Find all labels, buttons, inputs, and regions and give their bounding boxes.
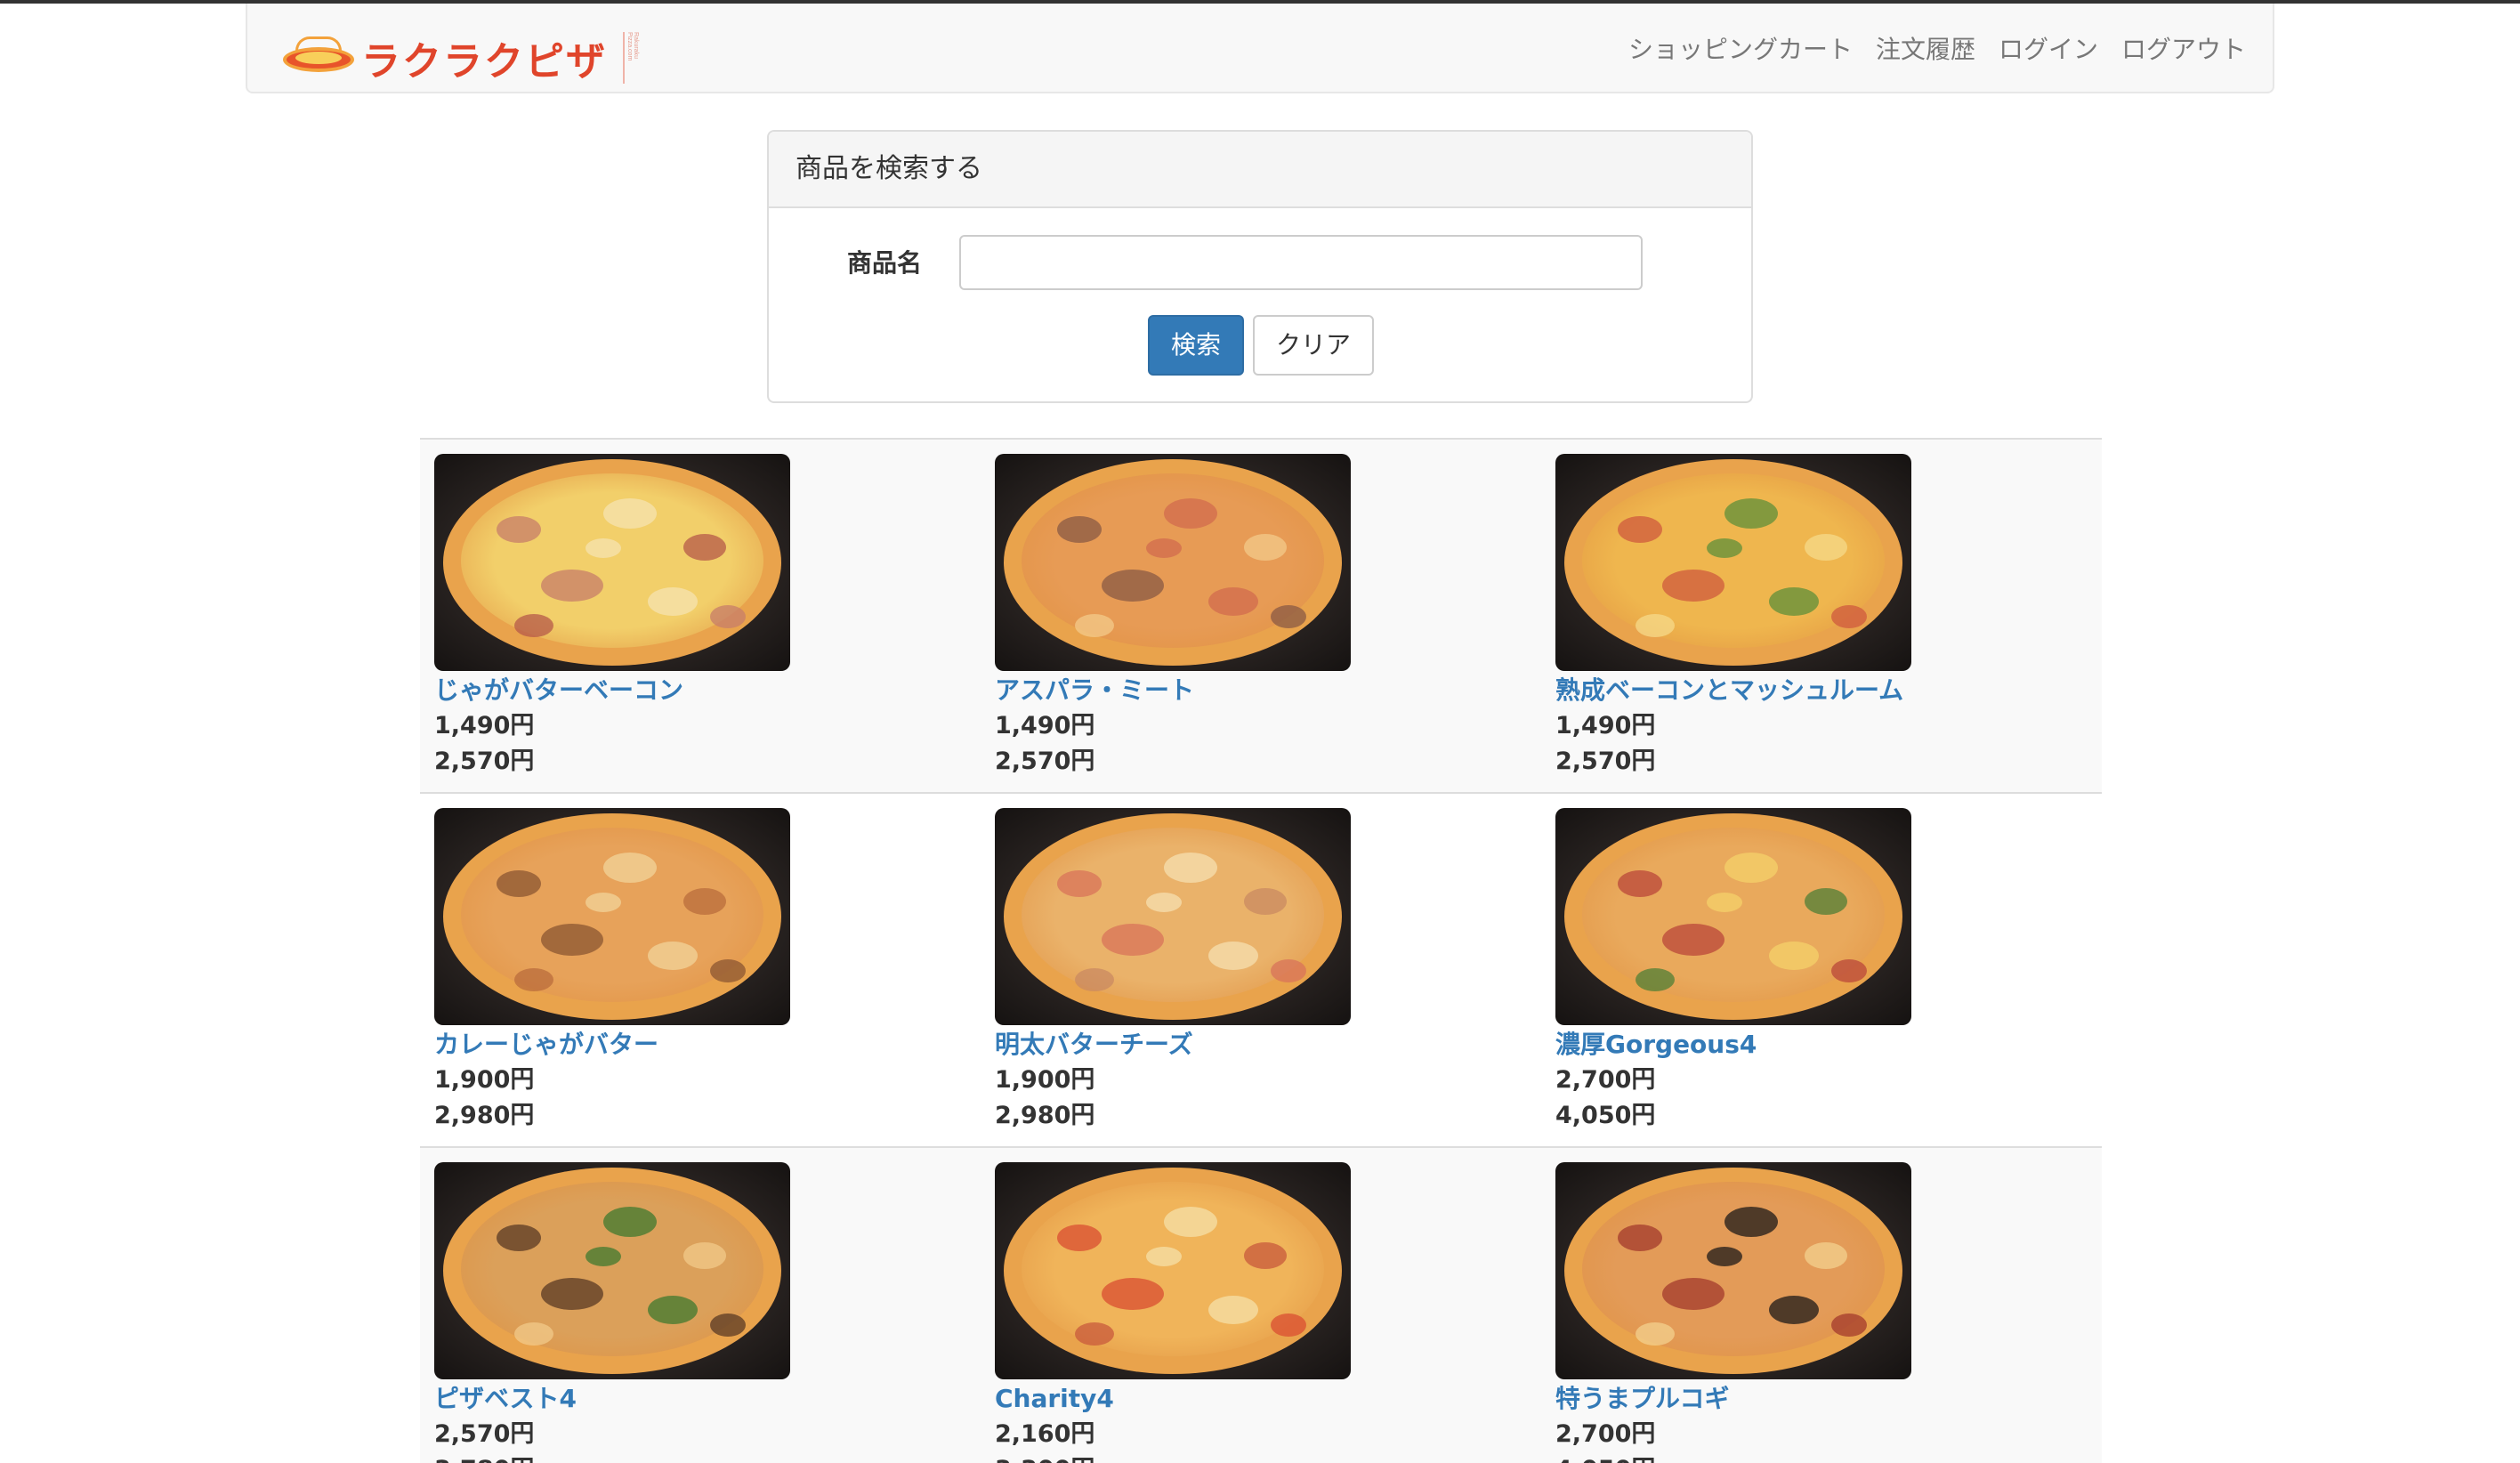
product-name-input[interactable]	[959, 235, 1643, 290]
price-medium: 1,490円	[995, 712, 1095, 740]
product-name-link[interactable]: 濃厚Gorgeous4	[1555, 1027, 2116, 1063]
table-row: じゃがバターベーコン 1,490円 2,570円 アスパラ・ミート 1,490円 2,57…	[420, 438, 2102, 792]
table-row: ピザベスト42,570円3,780円Charity42,160円3,300円特う…	[420, 1146, 2102, 1463]
nav-login[interactable]: ログイン	[1999, 30, 2098, 69]
pizza-image[interactable]	[1555, 454, 1911, 671]
product-name-link[interactable]: カレーじゃがバター	[434, 1027, 995, 1063]
price-medium: 2,160円	[995, 1420, 1095, 1448]
price-large: 2,570円	[434, 748, 535, 775]
navbar: ラクラクピザ Rakuraku Pizza.com ショッピングカート 注文履歴…	[246, 4, 2274, 93]
price-large: 4,050円	[1555, 1102, 1656, 1129]
product-name-link[interactable]: ピザベスト4	[434, 1381, 995, 1417]
product-name-link[interactable]: 特うまプルコギ	[1555, 1381, 2116, 1417]
price-medium: 1,490円	[434, 712, 535, 740]
nav-order-history[interactable]: 注文履歴	[1876, 30, 1975, 69]
product-card: じゃがバターベーコン 1,490円 2,570円	[434, 454, 995, 780]
price-medium: 2,700円	[1555, 1420, 1656, 1448]
search-panel-heading: 商品を検索する	[769, 132, 1751, 208]
brand-logo[interactable]: ラクラクピザ Rakuraku Pizza.com	[283, 30, 639, 85]
price-large: 2,570円	[1555, 748, 1656, 775]
product-table: じゃがバターベーコン 1,490円 2,570円 アスパラ・ミート 1,490円 2,57…	[420, 438, 2102, 1463]
table-row: カレーじゃがバター 1,900円 2,980円 明太バターチーズ 1,900円 2,980…	[420, 792, 2102, 1146]
price-large: 2,570円	[995, 748, 1095, 775]
product-card: ピザベスト4 2,570円 3,780円	[434, 1162, 995, 1463]
pizza-image[interactable]	[434, 1162, 790, 1379]
product-card: 特うまプルコギ 2,700円 4,050円	[1555, 1162, 2116, 1463]
clear-button[interactable]: クリア	[1253, 315, 1374, 376]
product-card: 明太バターチーズ 1,900円 2,980円	[995, 808, 1555, 1134]
product-name-link[interactable]: じゃがバターベーコン	[434, 673, 995, 708]
product-name-link[interactable]: アスパラ・ミート	[995, 673, 1555, 708]
pizza-image[interactable]	[434, 808, 790, 1025]
pizza-logo-icon	[283, 36, 354, 76]
product-card: カレーじゃがバター 1,900円 2,980円	[434, 808, 995, 1134]
search-panel: 商品を検索する 商品名 検索 クリア	[767, 130, 1753, 403]
pizza-image[interactable]	[1555, 808, 1911, 1025]
product-name-label: 商品名	[846, 248, 922, 278]
product-card: アスパラ・ミート 1,490円 2,570円	[995, 454, 1555, 780]
product-name-link[interactable]: 明太バターチーズ	[995, 1027, 1555, 1063]
price-large: 2,980円	[995, 1102, 1095, 1129]
product-card: Charity4 2,160円 3,300円	[995, 1162, 1555, 1463]
nav-shopping-cart[interactable]: ショッピングカート	[1628, 30, 1853, 69]
price-large: 3,780円	[434, 1452, 995, 1463]
product-name-link[interactable]: 熟成ベーコンとマッシュルーム	[1555, 673, 2116, 708]
price-large: 2,980円	[434, 1102, 535, 1129]
product-name-link[interactable]: Charity4	[995, 1381, 1555, 1417]
price-medium: 2,700円	[1555, 1066, 1656, 1094]
search-button[interactable]: 検索	[1148, 315, 1244, 376]
pizza-image[interactable]	[995, 454, 1351, 671]
pizza-image[interactable]	[434, 454, 790, 671]
price-large: 4,050円	[1555, 1452, 2116, 1463]
price-medium: 1,490円	[1555, 712, 1656, 740]
brand-subtext: Rakuraku Pizza.com	[623, 32, 639, 84]
price-medium: 2,570円	[434, 1420, 535, 1448]
nav-logout[interactable]: ログアウト	[2121, 30, 2246, 69]
product-card: 濃厚Gorgeous4 2,700円 4,050円	[1555, 808, 2116, 1134]
price-large: 3,300円	[995, 1452, 1555, 1463]
nav-links: ショッピングカート 注文履歴 ログイン ログアウト	[1628, 30, 2246, 69]
price-medium: 1,900円	[434, 1066, 535, 1094]
pizza-image[interactable]	[1555, 1162, 1911, 1379]
price-medium: 1,900円	[995, 1066, 1095, 1094]
product-card: 熟成ベーコンとマッシュルーム 1,490円 2,570円	[1555, 454, 2116, 780]
pizza-image[interactable]	[995, 1162, 1351, 1379]
brand-name: ラクラクピザ	[361, 39, 607, 85]
pizza-image[interactable]	[995, 808, 1351, 1025]
